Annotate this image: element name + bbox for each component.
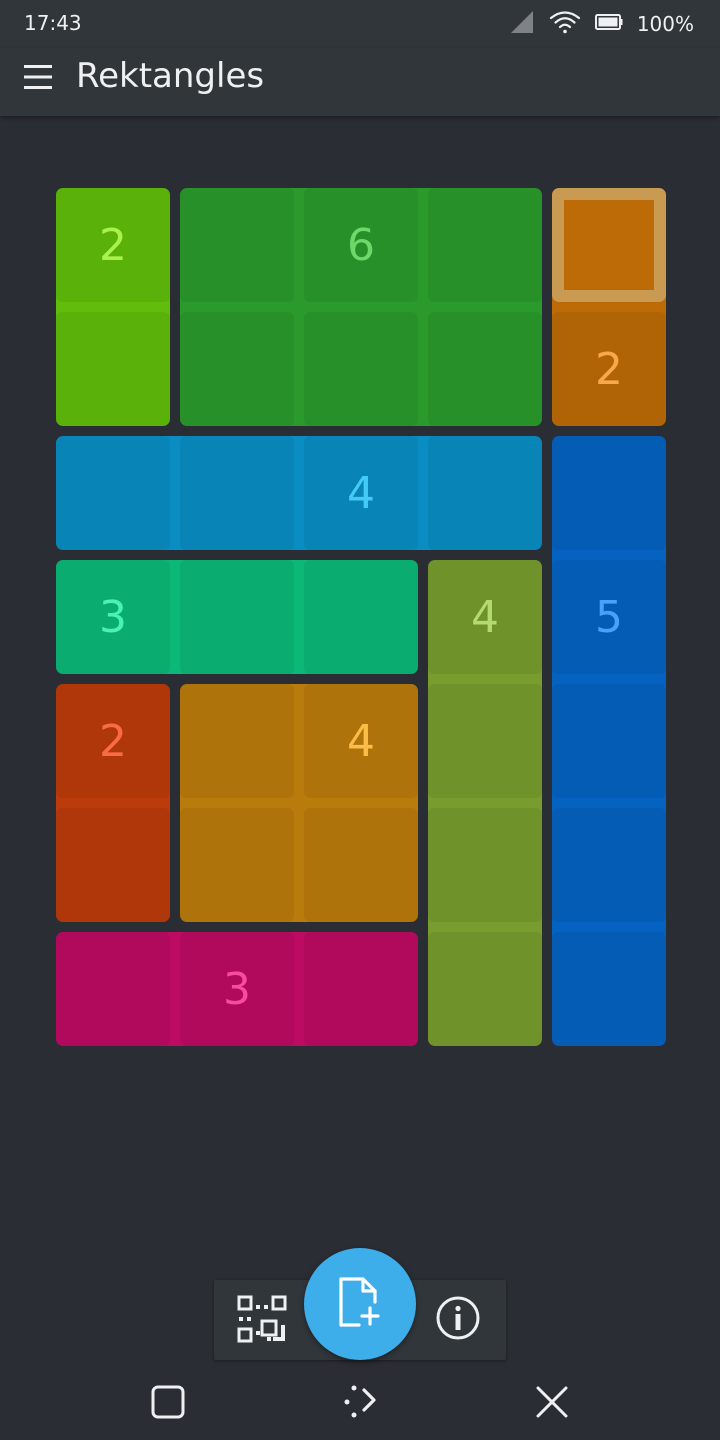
rectangle[interactable]: 2	[56, 188, 170, 426]
rectangle-number: 3	[99, 591, 127, 643]
grid-cell[interactable]	[56, 808, 170, 922]
grid-cell[interactable]	[428, 808, 542, 922]
puzzle-board[interactable]: 2 6 2 4 3 4 5 2 4 3	[56, 188, 666, 1046]
grid-cell[interactable]	[552, 932, 666, 1046]
info-button[interactable]	[428, 1290, 488, 1350]
battery-level: 100%	[636, 12, 694, 36]
grid-cell[interactable]	[180, 436, 294, 550]
grid-cell[interactable]	[552, 684, 666, 798]
grid-cell[interactable]	[552, 436, 666, 550]
grid-cell[interactable]	[180, 312, 294, 426]
rectangle-number: 3	[223, 963, 251, 1015]
battery-icon	[594, 13, 623, 35]
rectangle-number: 2	[99, 219, 127, 271]
grid-cell[interactable]	[56, 932, 170, 1046]
grid-cell[interactable]	[552, 808, 666, 922]
rectangle[interactable]: 2	[552, 188, 666, 426]
close-button[interactable]	[528, 1380, 576, 1428]
status-bar: 17:43 100%	[0, 0, 720, 48]
grid-cell[interactable]	[428, 684, 542, 798]
rectangle[interactable]: 5	[552, 436, 666, 1046]
grid-cell[interactable]	[304, 560, 418, 674]
rectangle[interactable]: 4	[180, 684, 418, 922]
home-button[interactable]	[336, 1380, 384, 1428]
rectangle[interactable]: 3	[56, 560, 418, 674]
status-time: 17:43	[24, 11, 82, 35]
close-icon	[534, 1384, 570, 1424]
qr-code-button[interactable]	[232, 1290, 292, 1350]
rectangle[interactable]: 6	[180, 188, 542, 426]
recents-icon	[150, 1384, 186, 1424]
grid-cell[interactable]	[428, 188, 542, 302]
rectangle[interactable]: 4	[56, 436, 542, 550]
hamburger-menu-icon[interactable]	[22, 61, 54, 93]
wifi-icon	[549, 9, 581, 39]
rectangle-number: 6	[347, 219, 375, 271]
home-icon	[340, 1382, 380, 1426]
grid-cell[interactable]	[56, 312, 170, 426]
grid-cell[interactable]	[180, 560, 294, 674]
grid-cell[interactable]	[304, 808, 418, 922]
app-bar: Rektangles	[0, 48, 720, 116]
rectangle[interactable]: 4	[428, 560, 542, 1046]
rectangle-number: 4	[347, 715, 375, 767]
rectangle-number: 4	[471, 591, 499, 643]
cell-signal-icon	[509, 10, 535, 38]
qr-code-icon	[237, 1293, 287, 1347]
rectangle-number: 5	[595, 591, 623, 643]
grid-cell[interactable]	[428, 312, 542, 426]
grid-cell[interactable]	[428, 436, 542, 550]
info-icon	[435, 1295, 481, 1345]
app-title: Rektangles	[76, 56, 265, 96]
recents-button[interactable]	[144, 1380, 192, 1428]
navigation-bar	[0, 1368, 720, 1440]
rectangle-number: 2	[99, 715, 127, 767]
grid-cell[interactable]	[304, 312, 418, 426]
new-game-button[interactable]	[304, 1248, 416, 1360]
rectangle[interactable]: 2	[56, 684, 170, 922]
rectangle[interactable]: 3	[56, 932, 418, 1046]
rectangle-number: 2	[595, 343, 623, 395]
grid-cell[interactable]	[56, 436, 170, 550]
grid-cell[interactable]	[180, 188, 294, 302]
grid-cell[interactable]	[180, 684, 294, 798]
grid-cell[interactable]	[428, 932, 542, 1046]
grid-cell[interactable]	[304, 932, 418, 1046]
rectangle-number: 4	[347, 467, 375, 519]
selected-cell[interactable]	[552, 188, 666, 302]
grid-cell[interactable]	[180, 808, 294, 922]
new-document-icon	[337, 1276, 383, 1332]
